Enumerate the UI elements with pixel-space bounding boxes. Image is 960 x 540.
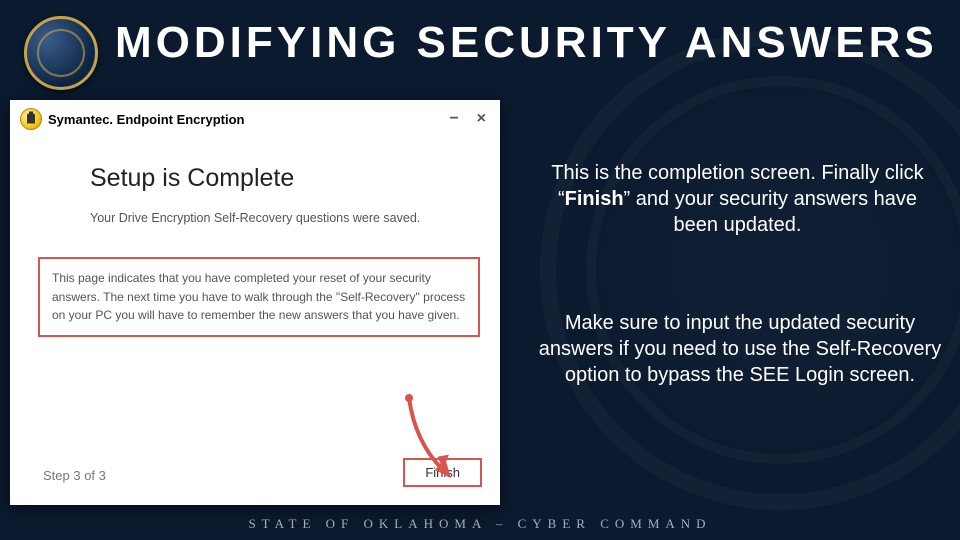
background-seal: [540, 30, 960, 510]
symantec-app-icon: [20, 108, 42, 130]
slide-title: MODIFYING SECURITY ANSWERS: [115, 18, 950, 68]
symantec-window: Symantec. Endpoint Encryption − × Setup …: [10, 100, 500, 505]
window-controls: − ×: [449, 111, 490, 127]
explanation-paragraph-1: This is the completion screen. Finally c…: [540, 160, 935, 238]
info-callout: This page indicates that you have comple…: [38, 257, 480, 337]
slide-footer: STATE OF OKLAHOMA – CYBER COMMAND: [0, 516, 960, 532]
cyber-command-logo: [24, 16, 98, 90]
explain1-part-b: ” and your security answers have been up…: [624, 188, 917, 236]
finish-button[interactable]: Finish: [403, 458, 482, 487]
explanation-paragraph-2: Make sure to input the updated security …: [530, 310, 950, 388]
saved-message: Your Drive Encryption Self-Recovery ques…: [10, 203, 500, 225]
close-icon[interactable]: ×: [477, 111, 486, 127]
setup-heading: Setup is Complete: [10, 134, 500, 203]
window-title: Symantec. Endpoint Encryption: [48, 112, 244, 127]
explain1-bold: Finish: [565, 188, 624, 210]
step-indicator: Step 3 of 3: [43, 468, 106, 483]
minimize-icon[interactable]: −: [449, 111, 458, 127]
window-titlebar: Symantec. Endpoint Encryption − ×: [10, 100, 500, 134]
